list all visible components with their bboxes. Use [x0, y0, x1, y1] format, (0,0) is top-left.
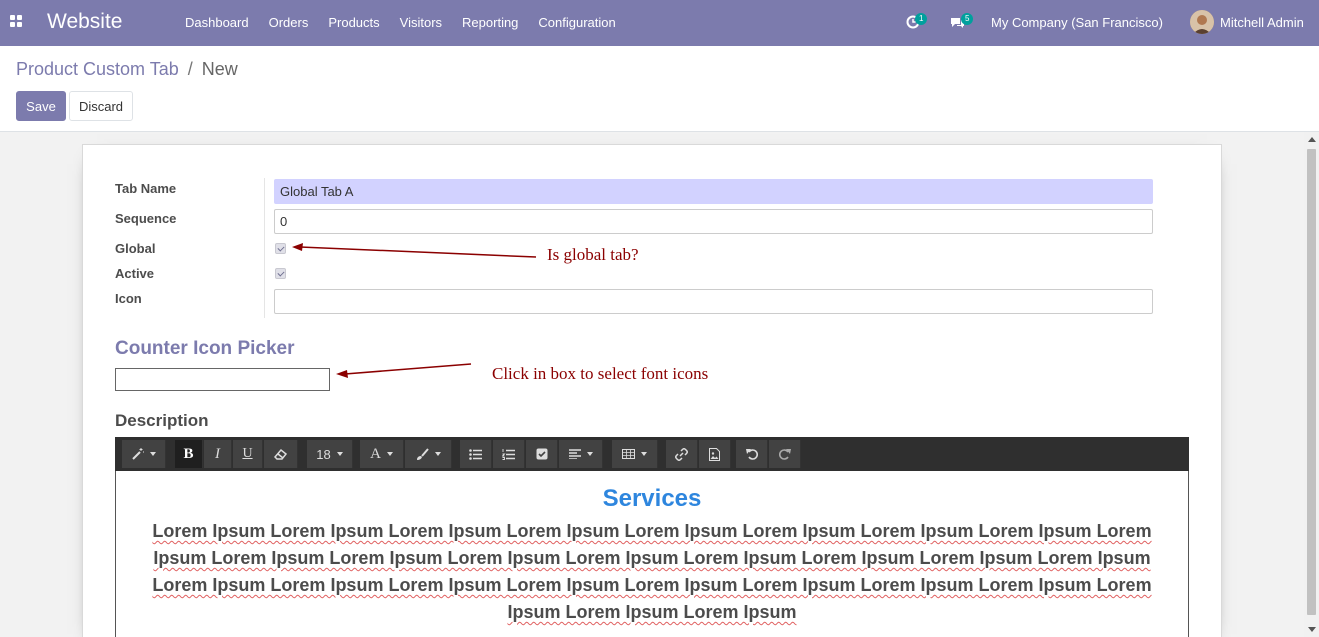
editor-toolbar: B I U 18 A — [115, 437, 1189, 471]
editor-body-text: Lorem Ipsum Lorem Ipsum Lorem Ipsum Lore… — [152, 521, 1152, 622]
app-brand[interactable]: Website — [47, 10, 122, 34]
underline-button[interactable]: U — [233, 440, 263, 468]
active-label: Active — [115, 266, 155, 281]
link-icon — [675, 447, 688, 461]
numbered-list-icon — [502, 448, 515, 460]
breadcrumb-separator: / — [187, 59, 193, 79]
paragraph-align-dropdown[interactable] — [559, 440, 603, 468]
user-avatar[interactable] — [1190, 10, 1214, 34]
breadcrumb-current: New — [201, 59, 238, 79]
clear-format-button[interactable] — [264, 440, 298, 468]
image-icon — [709, 447, 720, 461]
description-editor[interactable]: Services Lorem Ipsum Lorem Ipsum Lorem I… — [115, 471, 1189, 637]
italic-button[interactable]: I — [204, 440, 232, 468]
page-scrollbar[interactable] — [1304, 132, 1319, 637]
redo-button[interactable] — [769, 440, 801, 468]
font-color-dropdown[interactable]: A — [360, 440, 404, 468]
scroll-down-arrow-icon[interactable] — [1308, 627, 1316, 632]
eraser-icon — [273, 448, 287, 460]
label-divider — [264, 178, 265, 318]
editor-heading: Services — [602, 485, 702, 512]
font-size-dropdown[interactable]: 18 — [307, 440, 353, 468]
scroll-up-arrow-icon[interactable] — [1308, 137, 1316, 142]
highlight-dropdown[interactable] — [405, 440, 452, 468]
checkbox-icon — [536, 448, 547, 460]
tab-name-input[interactable]: Global Tab A — [274, 179, 1153, 204]
undo-button[interactable] — [736, 440, 768, 468]
menu-products[interactable]: Products — [328, 15, 379, 30]
global-checkbox[interactable] — [275, 243, 286, 254]
icon-label: Icon — [115, 291, 142, 306]
menu-orders[interactable]: Orders — [269, 15, 309, 30]
image-button[interactable] — [699, 440, 731, 468]
checklist-button[interactable] — [526, 440, 558, 468]
description-title: Description — [115, 411, 209, 430]
style-dropdown[interactable] — [122, 440, 166, 468]
activity-button[interactable]: 1 — [904, 13, 934, 33]
menu-visitors[interactable]: Visitors — [400, 15, 442, 30]
global-label: Global — [115, 241, 156, 256]
table-dropdown[interactable] — [612, 440, 658, 468]
save-button[interactable]: Save — [16, 91, 66, 121]
menu-reporting[interactable]: Reporting — [462, 15, 518, 30]
control-panel: Product Custom Tab / New Save Discard — [0, 46, 1319, 132]
bullet-list-button[interactable] — [460, 440, 492, 468]
tab-name-label: Tab Name — [115, 181, 177, 196]
discard-button[interactable]: Discard — [69, 91, 133, 121]
table-icon — [622, 449, 635, 459]
bold-button[interactable]: B — [175, 440, 203, 468]
font-size-value: 18 — [316, 446, 331, 462]
undo-icon — [745, 449, 758, 460]
sequence-input[interactable]: 0 — [274, 209, 1153, 234]
breadcrumb: Product Custom Tab / New — [16, 59, 238, 80]
message-count-badge: 5 — [961, 13, 974, 25]
link-button[interactable] — [666, 440, 698, 468]
counter-icon-picker-title: Counter Icon Picker — [115, 338, 295, 359]
active-checkbox[interactable] — [275, 268, 286, 279]
company-switcher[interactable]: My Company (San Francisco) — [991, 15, 1163, 30]
apps-menu-icon[interactable] — [10, 15, 23, 28]
icon-picker-annotation: Click in box to select font icons — [492, 364, 709, 383]
activity-count-badge: 1 — [915, 13, 928, 25]
user-menu[interactable]: Mitchell Admin — [1220, 15, 1304, 30]
redo-icon — [778, 449, 791, 460]
top-navbar: Website Dashboard Orders Products Visito… — [0, 0, 1319, 46]
scrollbar-thumb[interactable] — [1307, 149, 1316, 615]
main-menu: Dashboard Orders Products Visitors Repor… — [175, 15, 626, 30]
bullet-list-icon — [469, 448, 482, 460]
align-left-icon — [568, 449, 581, 459]
sequence-label: Sequence — [115, 211, 177, 226]
breadcrumb-parent[interactable]: Product Custom Tab — [16, 59, 179, 79]
brush-icon — [416, 447, 429, 460]
numbered-list-button[interactable] — [493, 440, 525, 468]
global-annotation: Is global tab? — [547, 245, 639, 264]
font-color-icon: A — [370, 445, 381, 462]
messages-button[interactable]: 5 — [950, 13, 980, 33]
counter-icon-picker-input[interactable] — [115, 368, 330, 391]
magic-wand-icon — [131, 448, 144, 460]
icon-input[interactable] — [274, 289, 1153, 314]
menu-dashboard[interactable]: Dashboard — [185, 15, 249, 30]
menu-configuration[interactable]: Configuration — [538, 15, 615, 30]
